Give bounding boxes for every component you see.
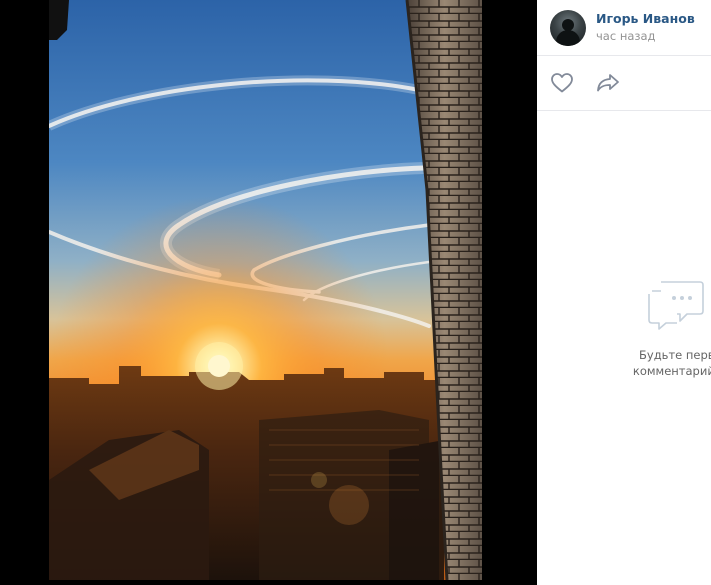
comments-empty-state: Будьте первым, кто о комментарий к этой …	[537, 111, 711, 585]
post-time[interactable]: час назад	[596, 28, 695, 44]
empty-comments-line-2: комментарий к этой фо	[632, 364, 711, 378]
author-block: Игорь Иванов час назад	[537, 0, 711, 56]
share-button[interactable]	[596, 71, 620, 95]
info-panel: Игорь Иванов час назад Будьте первым, кт…	[537, 0, 711, 585]
sunset-photo-image	[49, 0, 482, 580]
author-name[interactable]: Игорь Иванов	[596, 11, 695, 27]
chat-bubbles-icon	[648, 281, 704, 330]
photo-viewer	[0, 0, 537, 585]
actions-bar	[537, 56, 711, 111]
like-button[interactable]	[550, 71, 574, 95]
share-arrow-icon	[597, 74, 619, 92]
empty-comments-text: Будьте первым, кто о комментарий к этой …	[585, 347, 711, 379]
heart-icon	[551, 73, 573, 93]
empty-comments-line-1: Будьте первым, кто о	[639, 348, 711, 362]
photo[interactable]	[49, 0, 482, 580]
avatar[interactable]	[550, 9, 586, 46]
